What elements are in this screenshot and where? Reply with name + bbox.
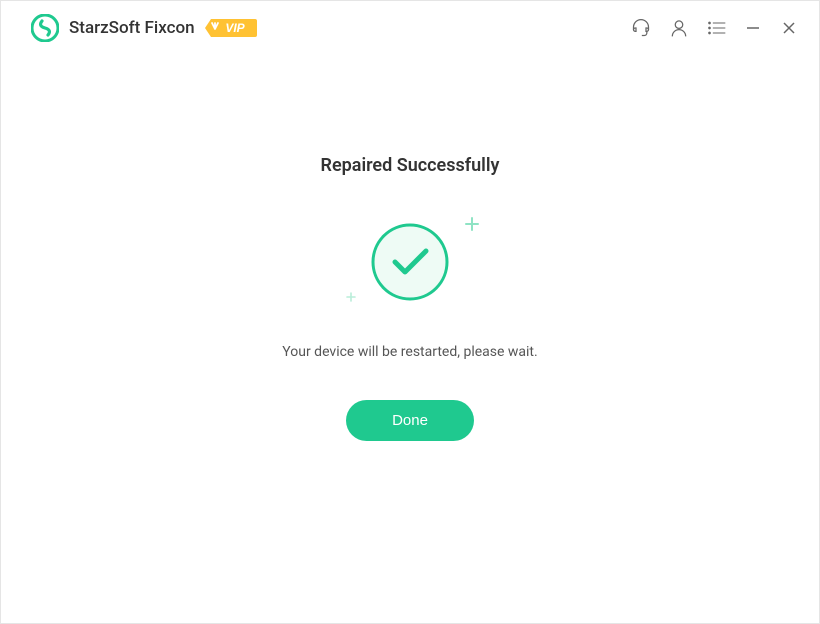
close-button[interactable] [779, 18, 799, 38]
menu-icon[interactable] [707, 18, 727, 38]
main-content: Repaired Successfully [1, 55, 819, 623]
title-bar-left: StarzSoft Fixcon VIP [31, 14, 631, 42]
plus-decoration-icon [464, 216, 480, 236]
success-checkmark-icon [370, 287, 450, 306]
title-bar: StarzSoft Fixcon VIP [1, 1, 819, 55]
user-icon[interactable] [669, 18, 689, 38]
done-button[interactable]: Done [346, 400, 474, 441]
success-icon-wrapper [370, 222, 450, 302]
minimize-button[interactable] [745, 18, 761, 38]
app-window: StarzSoft Fixcon VIP [0, 0, 820, 624]
app-logo-icon [31, 14, 59, 42]
page-title: Repaired Successfully [321, 155, 500, 176]
app-title: StarzSoft Fixcon [69, 18, 195, 38]
vip-badge: VIP [205, 17, 257, 39]
plus-decoration-icon [346, 287, 356, 306]
title-bar-right [631, 18, 799, 38]
status-message: Your device will be restarted, please wa… [282, 344, 537, 360]
svg-text:VIP: VIP [225, 21, 245, 35]
headset-icon[interactable] [631, 18, 651, 38]
